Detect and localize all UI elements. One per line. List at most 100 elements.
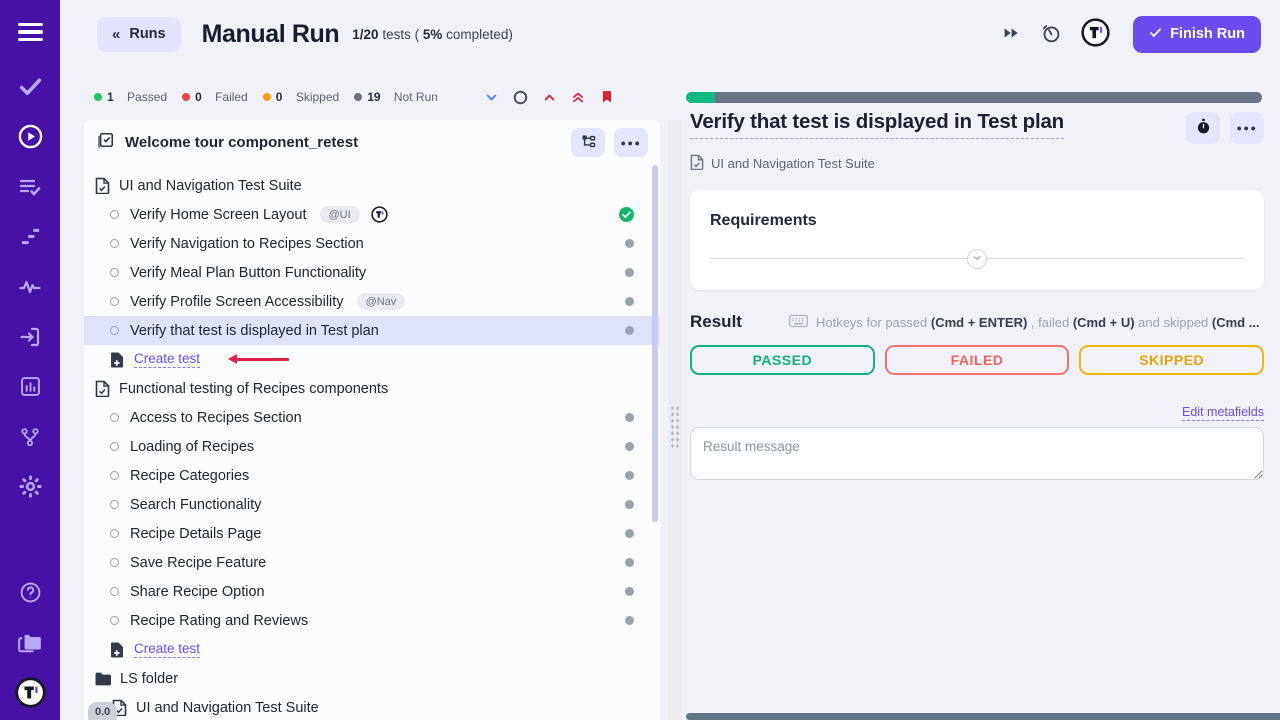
test-status-indicator (625, 326, 634, 335)
sidebar-item-analytics[interactable] (0, 264, 60, 314)
result-message-input[interactable] (690, 427, 1264, 480)
tree-vertical-scrollbar[interactable] (652, 165, 658, 522)
test-circle-marker (110, 239, 119, 248)
branch-icon (19, 426, 41, 453)
notrun-dot-icon (625, 471, 634, 480)
hamburger-menu-glyph (18, 23, 43, 41)
fast-forward-icon (1001, 24, 1021, 45)
timer-button[interactable] (1038, 20, 1064, 49)
document-check-icon (690, 154, 704, 173)
check-icon (1149, 26, 1162, 43)
tree-more-button[interactable]: ●●● (614, 128, 648, 157)
clipboard-check-icon (96, 130, 116, 155)
notrun-dot-icon (354, 93, 362, 101)
notrun-dot-icon (625, 500, 634, 509)
priority-filter-icons (483, 87, 616, 107)
tree-test-row[interactable]: Recipe Rating and Reviews (84, 606, 660, 635)
tree-test-row[interactable]: Verify that test is displayed in Test pl… (84, 316, 660, 345)
back-to-runs-button[interactable]: « Runs (97, 17, 181, 52)
edit-metafields-link[interactable]: Edit metafields (1182, 405, 1264, 421)
sidebar-item-help[interactable] (0, 570, 60, 620)
tree-test-row[interactable]: Verify Meal Plan Button Functionality (84, 258, 660, 287)
sidebar-item-runs-active[interactable] (0, 114, 60, 164)
notrun-dot-icon (625, 268, 634, 277)
test-status-indicator (625, 239, 634, 248)
test-status-indicator (625, 268, 634, 277)
notrun-dot-icon (625, 616, 634, 625)
splitter-grip-icon[interactable] (670, 405, 680, 449)
failed-button[interactable]: FAILED (885, 345, 1070, 375)
create-test-link-row[interactable]: Create test (84, 635, 660, 664)
ellipsis-icon: ●●● (620, 138, 641, 148)
tree-test-row[interactable]: Recipe Categories (84, 461, 660, 490)
tree-suite-row[interactable]: Functional testing of Recipes components (84, 374, 660, 403)
header-logo-button[interactable] (1079, 16, 1112, 52)
tree-test-row[interactable]: Recipe Details Page (84, 519, 660, 548)
create-test-link-row[interactable]: Create test (84, 345, 660, 374)
legend-skipped: 0 Skipped (263, 90, 339, 104)
tree-test-row[interactable]: Search Functionality (84, 490, 660, 519)
tree-test-label: Verify Meal Plan Button Functionality (130, 265, 366, 281)
notrun-dot-icon (625, 442, 634, 451)
detail-timer-button[interactable] (1186, 112, 1220, 144)
sidebar-item-tests[interactable] (0, 64, 60, 114)
legend-failed: 0 Failed (182, 90, 248, 104)
test-circle-marker (110, 471, 119, 480)
tree-suite-row[interactable]: UI and Navigation Test Suite (84, 171, 660, 200)
tree-test-row[interactable]: Save Recipe Feature (84, 548, 660, 577)
skipped-dot-icon (263, 93, 271, 101)
test-status-indicator (625, 297, 634, 306)
sidebar-bottom-logo[interactable] (0, 670, 60, 720)
chevron-down-icon[interactable] (483, 89, 500, 106)
test-circle-marker (110, 558, 119, 567)
test-status-indicator (625, 616, 634, 625)
tree-suite-row-partial[interactable]: 0.0UI and Navigation Test Suite (84, 693, 660, 720)
requirements-expand-button[interactable] (967, 249, 987, 269)
tree-view-icon (580, 133, 597, 153)
tree-view-button[interactable] (571, 128, 605, 157)
test-detail-title[interactable]: Verify that test is displayed in Test pl… (690, 110, 1064, 139)
panel-splitter[interactable] (664, 120, 686, 720)
notrun-dot-icon (625, 529, 634, 538)
page-title: Manual Run (202, 20, 340, 49)
skipped-button[interactable]: SKIPPED (1079, 345, 1264, 375)
sidebar-item-import[interactable] (0, 314, 60, 364)
testomat-logo (1081, 18, 1110, 50)
tree-test-row[interactable]: Access to Recipes Section (84, 403, 660, 432)
tree-test-row[interactable]: Share Recipe Option (84, 577, 660, 606)
sidebar-item-projects[interactable] (0, 620, 60, 670)
test-circle-marker (110, 500, 119, 509)
sidebar-item-reports[interactable] (0, 364, 60, 414)
chevron-up-icon[interactable] (541, 89, 558, 106)
test-circle-marker (110, 268, 119, 277)
suite-breadcrumb[interactable]: UI and Navigation Test Suite (690, 154, 1264, 173)
sidebar-item-test-plans[interactable] (0, 164, 60, 214)
detail-horizontal-scrollbar[interactable] (686, 713, 1280, 720)
import-icon (18, 325, 42, 354)
detail-more-button[interactable]: ●●● (1230, 112, 1264, 144)
finish-run-button[interactable]: Finish Run (1133, 16, 1261, 53)
tree-folder-label: LS folder (120, 671, 178, 687)
sidebar-item-branches[interactable] (0, 414, 60, 464)
tree-test-row[interactable]: Verify Navigation to Recipes Section (84, 229, 660, 258)
sidebar-item-steps[interactable] (0, 214, 60, 264)
create-test-link[interactable]: Create test (134, 351, 200, 368)
bookmark-icon[interactable] (598, 87, 616, 107)
fast-forward-button[interactable] (999, 22, 1023, 47)
test-status-indicator (625, 413, 634, 422)
double-chevron-up-icon[interactable] (569, 88, 587, 106)
tree-test-row[interactable]: Verify Profile Screen Accessibility@Nav (84, 287, 660, 316)
tree-folder-row[interactable]: LS folder (84, 664, 660, 693)
sidebar-item-settings[interactable] (0, 464, 60, 514)
app-sidebar (0, 0, 60, 720)
test-detail-panel: Verify that test is displayed in Test pl… (690, 110, 1264, 480)
hamburger-menu-icon[interactable] (0, 0, 60, 64)
circle-icon[interactable] (511, 88, 530, 107)
tree-test-row[interactable]: Verify Home Screen Layout@UI (84, 200, 660, 229)
passed-button[interactable]: PASSED (690, 345, 875, 375)
test-status-indicator (625, 442, 634, 451)
result-title: Result (690, 312, 742, 332)
tree-test-label: Verify Profile Screen Accessibility (130, 294, 344, 310)
tree-test-row[interactable]: Loading of Recipes (84, 432, 660, 461)
create-test-link[interactable]: Create test (134, 641, 200, 658)
